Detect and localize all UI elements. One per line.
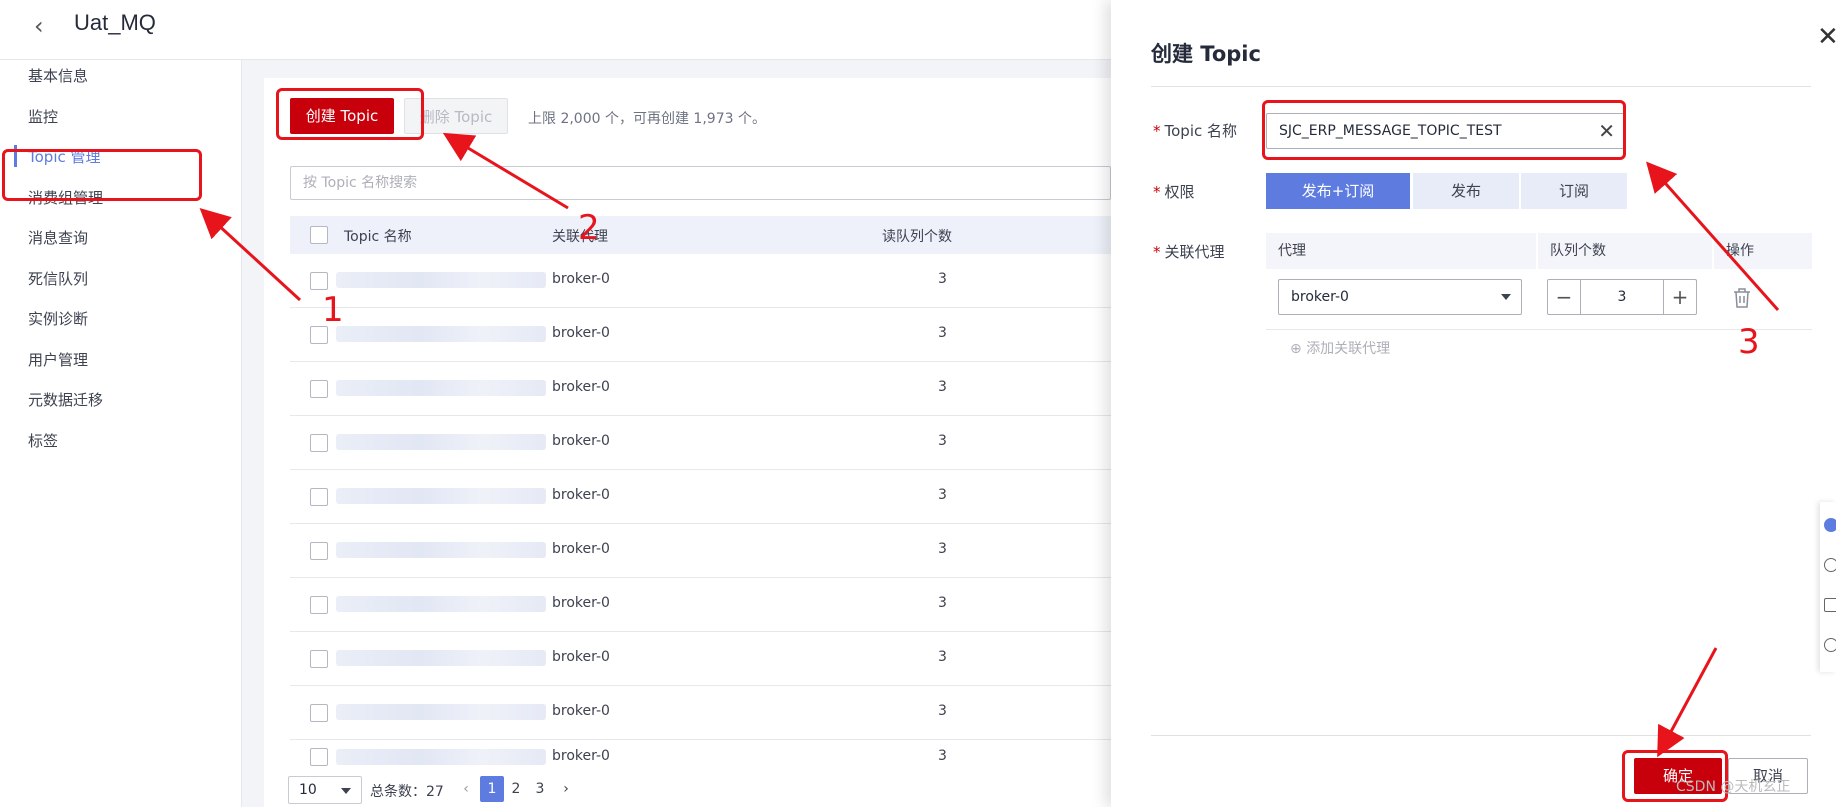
watermark: CSDN @天机玄正 [1676,779,1791,795]
annotation-number-3: 3 [1738,322,1760,362]
annotation-arrows [199,132,1780,758]
annotation-number-2: 2 [578,208,600,248]
arrow-4 [1657,647,1718,758]
annotation-number-1: 1 [322,290,344,330]
screen: ‹ Uat_MQ 基本信息 监控 Topic 管理 消费组管理 消息查询 死信队… [0,0,1836,807]
arrow-3 [1646,161,1780,311]
arrow-2 [442,132,569,210]
arrow-1 [199,207,302,302]
